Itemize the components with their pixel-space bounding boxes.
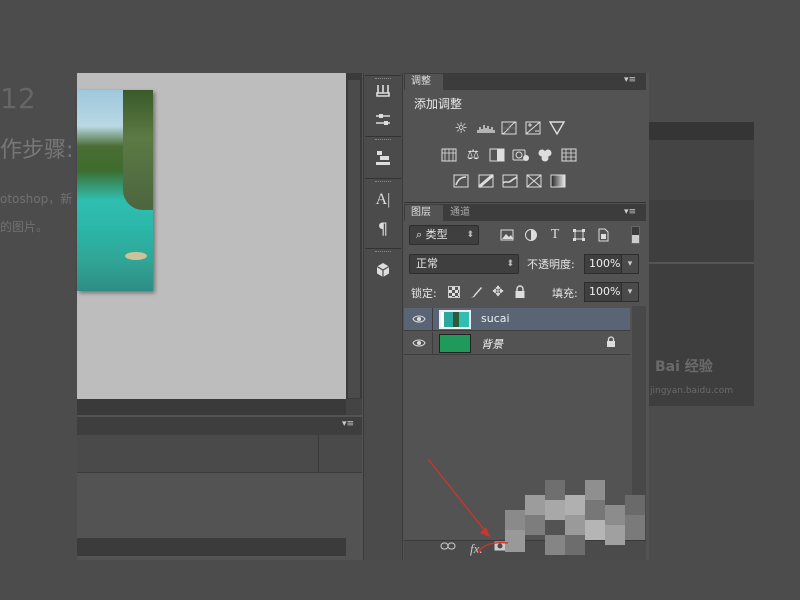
layer-name[interactable]: 背景 [481,336,503,352]
lock-label: 锁定: [411,287,437,300]
dock-grip[interactable] [365,136,401,142]
opacity-label: 不透明度: [527,258,575,271]
invert-icon[interactable] [452,173,470,189]
lock-all-icon[interactable] [512,284,528,300]
layer-row-background[interactable]: 背景 [404,332,630,355]
lock-pixels-brush-icon[interactable] [468,284,484,300]
fill-input[interactable]: 100% [584,282,622,302]
horizontal-scrollbar[interactable] [77,399,362,415]
opacity-dropdown[interactable]: ▾ [621,254,639,274]
scroll-corner [346,399,362,415]
curves-icon[interactable] [500,120,518,136]
pixelated-redaction [565,495,585,515]
visibility-eye-icon[interactable] [412,336,426,350]
channel-mixer-icon[interactable] [536,147,554,163]
pixelated-redaction [585,520,605,540]
history-brush-icon[interactable] [369,80,397,104]
step-text-line: otoshop，新 [0,192,73,206]
layer-name[interactable]: sucai [481,312,510,325]
layer-thumbnail [439,310,471,329]
adjustment-layer-filter-icon[interactable] [523,227,539,243]
timeline-panel-header [77,417,362,435]
brightness-contrast-icon[interactable]: ☼ [452,119,470,137]
black-white-icon[interactable] [488,147,506,163]
dock-grip[interactable] [365,178,401,184]
pixelated-redaction [545,480,565,500]
hue-saturation-icon[interactable] [440,147,458,163]
adjustments-sliders-icon[interactable] [369,108,397,132]
color-lookup-icon[interactable] [560,147,578,163]
blend-mode-select[interactable]: 正常 ⬍ [409,254,519,274]
pixelated-redaction [605,525,625,545]
layer-filter-kind-select[interactable]: ⌕ 类型 ⬍ [409,225,479,245]
baidu-watermark: Bai 经验 [655,359,713,375]
type-layer-filter-icon[interactable]: T [547,227,563,243]
character-icon[interactable]: A| [369,188,397,212]
chevron-updown-icon: ⬍ [506,259,514,269]
paragraph-icon[interactable]: ¶ [369,216,397,240]
divider [318,435,319,473]
pixelated-redaction [545,535,565,555]
color-balance-icon[interactable]: ⚖ [464,147,482,163]
blend-mode-value: 正常 [416,257,438,270]
fill-dropdown[interactable]: ▾ [621,282,639,302]
panel-menu-icon[interactable]: ▾≡ [624,207,636,217]
pixelated-redaction [545,500,565,520]
tab-adjustments[interactable]: 调整 [405,74,443,90]
dock-grip[interactable] [365,248,401,254]
levels-icon[interactable] [477,120,495,136]
annotation-arrow [427,458,509,554]
tab-layers[interactable]: 图层 [405,205,443,221]
lock-transparent-icon[interactable] [448,286,460,298]
step-number: 12 [0,82,36,115]
pixelated-redaction [605,505,625,525]
filter-toggle-switch[interactable] [631,226,640,244]
pixelated-redaction [565,515,585,535]
exposure-icon[interactable] [524,120,542,136]
chevron-updown-icon: ⬍ [466,230,474,240]
timeline-row [77,435,362,473]
step-heading: 作步骤: [0,138,74,163]
3d-cube-icon[interactable] [369,258,397,282]
visibility-eye-icon[interactable] [412,312,426,326]
gradient-map-icon[interactable] [549,173,567,189]
selective-color-icon[interactable] [525,173,543,189]
scrollbar-thumb[interactable] [348,80,360,398]
pixelated-redaction [525,495,545,515]
panel-menu-icon[interactable]: ▾≡ [624,75,636,85]
threshold-icon[interactable] [501,173,519,189]
pixel-layer-filter-icon[interactable] [499,227,515,243]
step-text-line: 的图片。 [0,220,49,234]
divider [432,308,433,331]
layer-thumbnail [439,334,471,353]
vibrance-icon[interactable] [548,120,566,136]
pixelated-redaction [525,515,545,535]
fill-label: 填充: [552,287,578,300]
pixelated-redaction [625,515,645,540]
smart-object-filter-icon[interactable] [595,227,611,243]
posterize-icon[interactable] [477,173,495,189]
pixelated-redaction [585,500,605,520]
photo-filter-icon[interactable] [512,147,530,163]
shape-layer-filter-icon[interactable] [571,227,587,243]
timeline-footer [77,538,346,556]
pixelated-redaction [565,535,585,555]
panel-menu-icon[interactable]: ▾≡ [342,419,354,429]
tab-channels[interactable]: 通道 [446,205,480,221]
divider [432,332,433,355]
layer-row-sucai[interactable]: sucai [404,308,630,331]
clone-source-icon[interactable] [369,146,397,170]
lock-icon [606,336,616,351]
filter-kind-value: 类型 [425,228,448,241]
lock-position-move-icon[interactable]: ✥ [490,284,506,300]
add-adjustment-title: 添加调整 [414,97,463,111]
search-icon: ⌕ [416,228,423,241]
pixelated-redaction [625,495,645,515]
pixelated-redaction [585,480,605,500]
watermark-url: jingyan.baidu.com [650,386,734,396]
opacity-input[interactable]: 100% [584,254,622,274]
lagoon-photo [77,90,153,291]
